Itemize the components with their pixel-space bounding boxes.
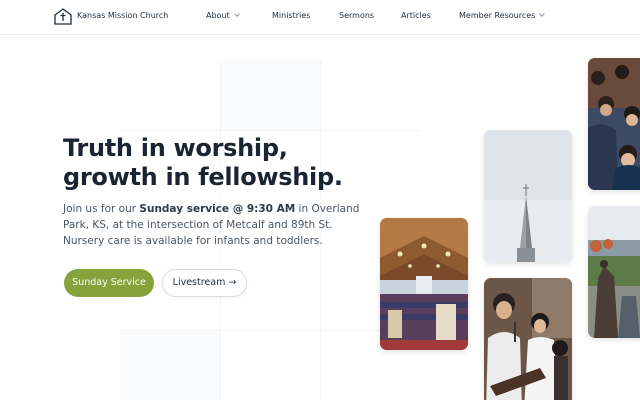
chevron-down-icon [539,11,546,17]
nav-ministries[interactable]: Ministries [272,11,310,20]
nav-articles[interactable]: Articles [401,11,431,20]
lead-text-1: Join us for our [63,203,140,215]
nav-about[interactable]: About [206,11,240,20]
nav-ministries-label: Ministries [272,11,311,20]
sanctuary-interior-photo [380,218,468,350]
steeple-photo [484,130,572,262]
hero-headline: Truth in worship, growth in fellowship. [63,134,343,191]
nav-sermons-label: Sermons [339,11,375,20]
brand-name[interactable]: Kansas Mission Church [77,11,168,20]
site-header: Kansas Mission Church About Ministries S… [0,0,640,35]
nav-member-resources-label: Member Resources [459,11,536,20]
livestream-button[interactable]: Livestream → [162,269,247,297]
worship-band-photo [484,278,572,400]
hero-description: Join us for our Sunday service @ 9:30 AM… [63,201,363,249]
service-time-highlight: Sunday service @ 9:30 AM [139,203,296,215]
sunday-service-button[interactable]: Sunday Service [64,269,154,297]
nav-member-resources[interactable]: Member Resources [459,11,546,20]
chevron-down-icon [233,11,240,17]
nav-sermons[interactable]: Sermons [339,11,374,20]
church-logo-icon[interactable] [54,8,72,25]
nav-articles-label: Articles [401,11,431,20]
outdoor-gathering-photo [588,206,640,338]
nav-about-label: About [206,11,230,20]
congregation-photo [588,58,640,190]
